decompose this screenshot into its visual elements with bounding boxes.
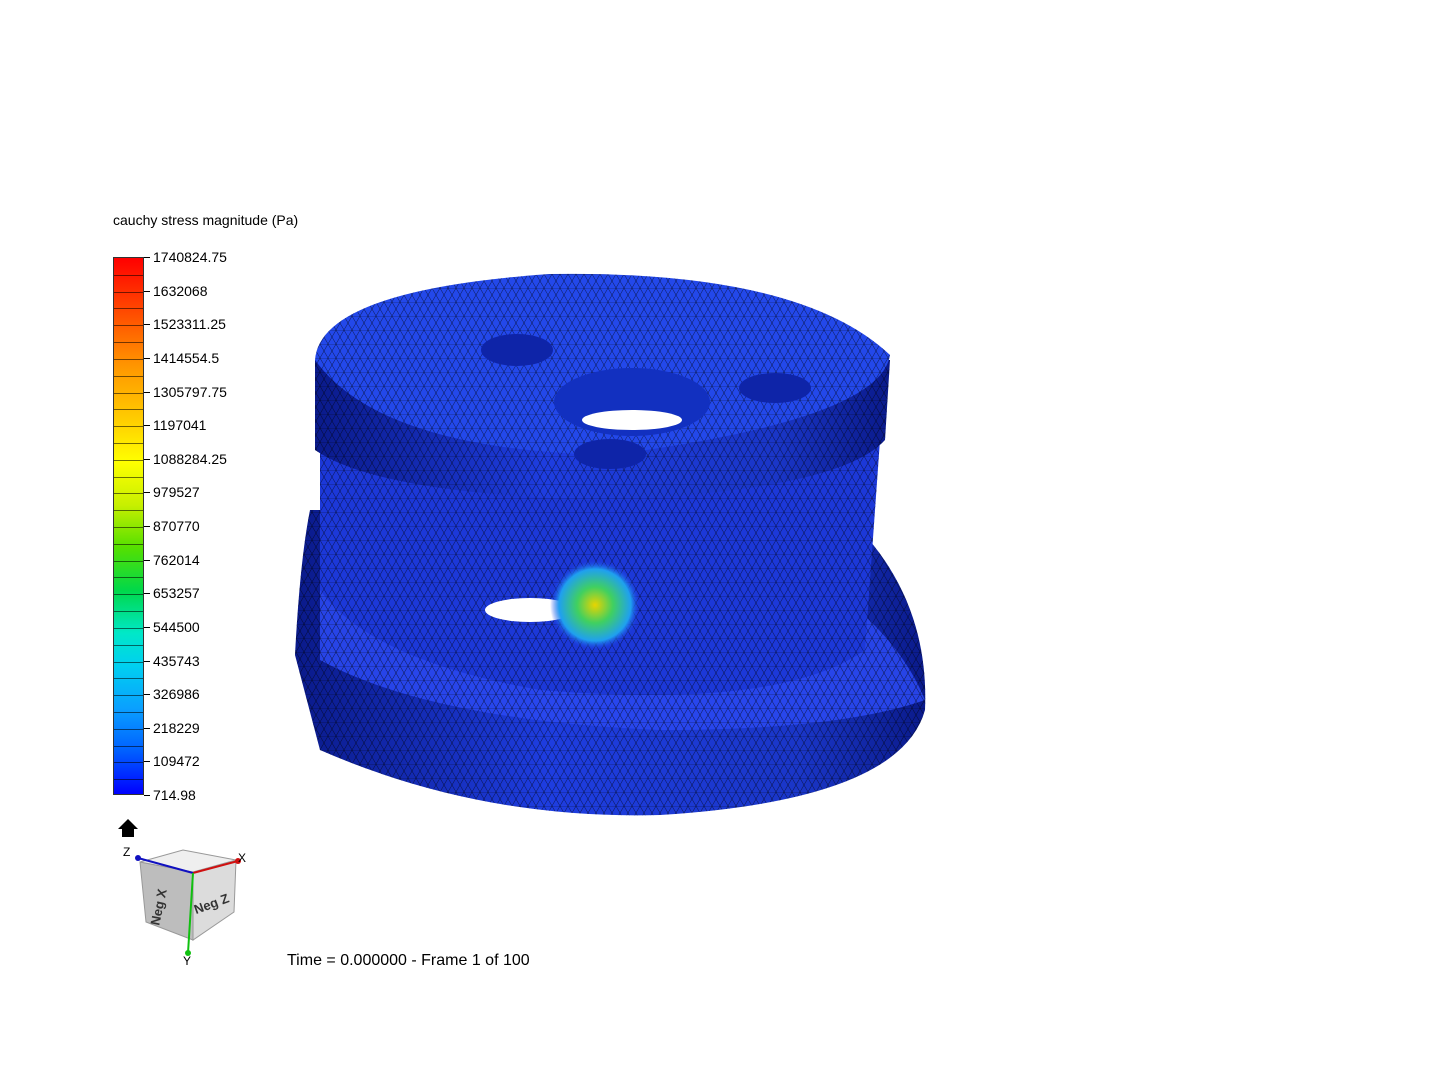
scale-tick-label: 1305797.75 (153, 383, 227, 400)
scale-tick-mark (144, 492, 150, 494)
color-band-separator (114, 627, 143, 629)
legend-title: cauchy stress magnitude (Pa) (113, 212, 299, 228)
scale-tick-label: 1414554.5 (153, 349, 220, 366)
scale-tick-mark (144, 559, 150, 561)
color-band-separator (114, 375, 143, 377)
color-band-separator (114, 661, 143, 663)
home-view-icon[interactable] (117, 818, 139, 838)
scale-tick-mark (144, 257, 150, 258)
scale-tick-label: 1632068 (153, 282, 208, 299)
scale-tick-label: 653257 (153, 585, 200, 602)
x-axis-label: X (238, 851, 246, 865)
color-band-separator (114, 560, 143, 562)
scale-tick-mark (144, 357, 150, 359)
scale-tick-label: 1523311.25 (153, 316, 226, 333)
color-band-separator (114, 442, 143, 444)
color-scale-bar (113, 257, 144, 795)
time-frame-status: Time = 0.000000 - Frame 1 of 100 (287, 952, 530, 969)
scale-tick-label: 714.98 (153, 787, 196, 803)
color-band-separator (114, 493, 143, 495)
color-band-separator (114, 476, 143, 478)
scale-tick-label: 870770 (153, 518, 200, 534)
scale-tick-label: 1740824.75 (153, 249, 227, 265)
color-band-separator (114, 711, 143, 713)
scale-tick-mark (144, 425, 150, 427)
top-hole-bottom (574, 439, 646, 469)
scale-tick-mark (144, 694, 150, 696)
scale-tick-mark (144, 324, 150, 326)
model-top-disk (315, 273, 890, 500)
stress-hotspot (550, 560, 640, 650)
scale-tick-mark (144, 761, 150, 763)
center-hole-through (582, 410, 682, 430)
scale-tick-mark (144, 593, 150, 595)
scale-tick-label: 109472 (153, 753, 200, 770)
color-band-separator (114, 762, 143, 764)
scale-tick-mark (144, 727, 150, 729)
color-band-separator (114, 392, 143, 394)
scale-tick-label: 762014 (153, 551, 200, 568)
color-band-separator (114, 527, 143, 528)
color-band-separator (114, 577, 143, 579)
scale-tick-label: 218229 (153, 719, 200, 736)
scale-tick-label: 326986 (153, 686, 200, 703)
top-hole-right (739, 373, 811, 403)
color-band-separator (114, 274, 143, 276)
color-band-separator (114, 543, 143, 545)
scale-tick-label: 979527 (153, 484, 200, 501)
scale-tick-mark (144, 795, 150, 796)
scale-tick-mark (144, 391, 150, 393)
color-band-separator (114, 594, 143, 596)
scale-tick-mark (144, 526, 150, 527)
scale-tick-mark (144, 660, 150, 662)
color-band-separator (114, 695, 143, 697)
color-band-separator (114, 342, 143, 344)
scale-tick-mark (144, 290, 150, 292)
color-band-separator (114, 644, 143, 646)
z-axis-label: Z (123, 845, 130, 859)
color-band-separator (114, 308, 143, 310)
scale-tick-mark (144, 458, 150, 460)
top-hole-left (481, 334, 553, 366)
color-band-separator (114, 325, 143, 327)
color-band-separator (114, 728, 143, 730)
color-band-separator (114, 745, 143, 747)
y-axis-label: Y (183, 954, 191, 968)
scale-tick-label: 1088284.25 (153, 450, 227, 467)
color-band-separator (114, 678, 143, 680)
color-band-separator (114, 510, 143, 512)
color-band-separator (114, 459, 143, 461)
orientation-cube[interactable]: Neg X Neg Z X Z Y (118, 840, 258, 970)
scale-tick-label: 1197041 (153, 417, 207, 434)
color-band-separator (114, 611, 143, 613)
scale-tick-mark (144, 626, 150, 628)
3d-viewport[interactable] (280, 260, 940, 830)
color-band-separator (114, 291, 143, 293)
color-band-separator (114, 358, 143, 360)
scale-tick-label: 544500 (153, 618, 200, 635)
color-band-separator (114, 779, 143, 781)
color-band-separator (114, 426, 143, 428)
scale-tick-label: 435743 (153, 652, 200, 669)
color-band-separator (114, 409, 143, 411)
